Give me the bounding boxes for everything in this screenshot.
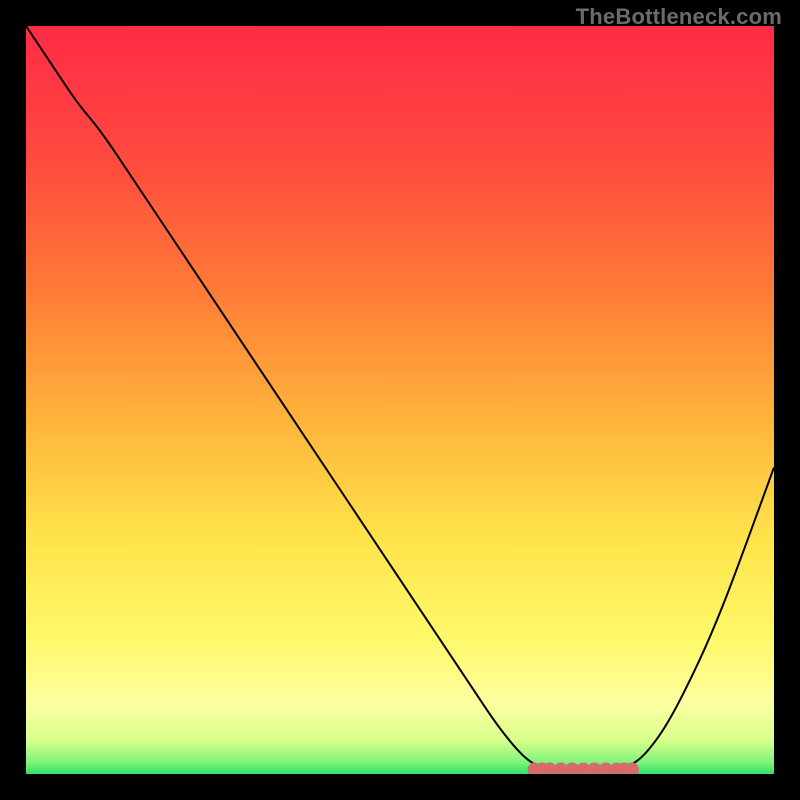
optimal-range-markers — [528, 763, 639, 774]
gradient-background — [26, 26, 774, 774]
chart-frame: TheBottleneck.com — [0, 0, 800, 800]
plot-area — [26, 26, 774, 774]
bottleneck-curve-chart — [26, 26, 774, 774]
